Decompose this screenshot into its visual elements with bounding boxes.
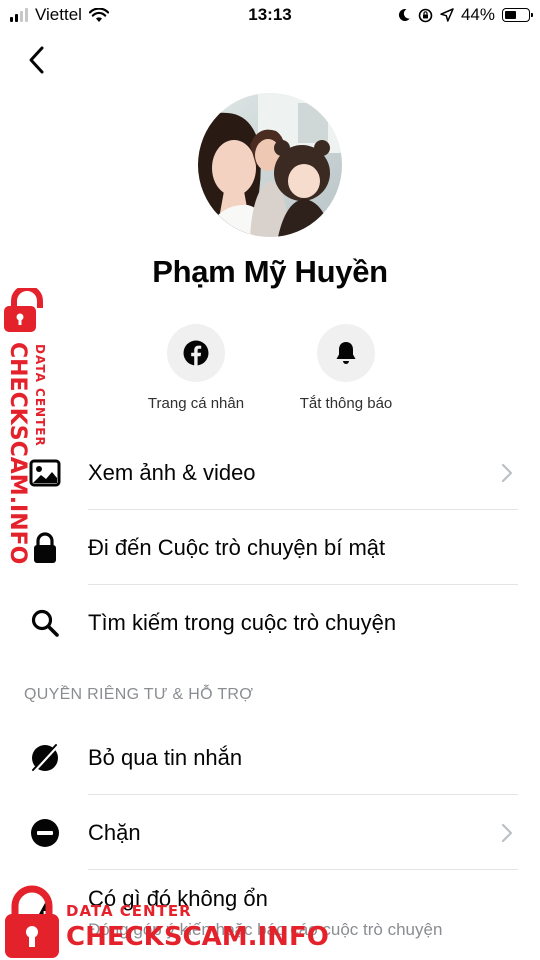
watermark-tagline: DATA CENTER [66, 902, 192, 920]
profile-page-button[interactable]: Trang cá nhân [126, 324, 266, 412]
divider [88, 584, 518, 585]
chevron-right-icon [501, 823, 513, 843]
menu-item-search-conversation[interactable]: Tìm kiếm trong cuộc trò chuyện [0, 586, 540, 660]
status-bar: Viettel 13:13 44% [0, 0, 540, 32]
ignore-icon [28, 741, 62, 775]
bell-icon [336, 342, 356, 364]
status-right: 44% [397, 5, 533, 25]
divider [88, 509, 518, 510]
menu-item-label: Xem ảnh & video [88, 460, 256, 485]
battery-percent: 44% [460, 5, 495, 24]
menu-item-ignore-messages[interactable]: Bỏ qua tin nhắn [0, 721, 540, 795]
chevron-left-icon [29, 46, 44, 74]
watermark-lock-icon [5, 885, 59, 958]
chevron-right-icon [501, 463, 513, 483]
facebook-icon [183, 340, 209, 366]
mute-notifications-circle[interactable] [317, 324, 375, 382]
watermark-tagline: DATA CENTER [33, 344, 47, 447]
menu-item-label: Đi đến Cuộc trò chuyện bí mật [88, 535, 386, 560]
orientation-lock-icon [418, 8, 433, 22]
menu-item-label: Bỏ qua tin nhắn [88, 745, 243, 770]
watermark-lock-icon [4, 288, 43, 332]
battery-icon [502, 8, 533, 22]
menu-item-media[interactable]: Xem ảnh & video [0, 436, 540, 510]
profile-name: Phạm Mỹ Huyền [152, 254, 388, 289]
menu-item-block[interactable]: Chặn [0, 796, 540, 870]
mute-notifications-button[interactable]: Tắt thông báo [276, 324, 416, 412]
menu-item-label: Tìm kiếm trong cuộc trò chuyện [88, 610, 397, 635]
profile-page-label: Trang cá nhân [147, 395, 245, 412]
menu-item-secret-conversation[interactable]: Đi đến Cuộc trò chuyện bí mật [0, 511, 540, 585]
avatar[interactable] [198, 93, 342, 237]
watermark-side: CHECKSCAM.INFO DATA CENTER [0, 288, 60, 564]
location-icon [440, 8, 454, 22]
block-icon [28, 816, 62, 850]
privacy-section-header: QUYỀN RIÊNG TƯ & HỖ TRỢ [24, 686, 254, 703]
search-icon [28, 606, 62, 640]
moon-icon [398, 8, 410, 21]
back-button[interactable] [18, 40, 54, 80]
menu-item-label: Chặn [88, 820, 141, 845]
mute-notifications-label: Tắt thông báo [299, 395, 393, 412]
watermark-brand: CHECKSCAM.INFO [5, 342, 30, 565]
profile-page-circle[interactable] [167, 324, 225, 382]
watermark-bottom: DATA CENTER CHECKSCAM.INFO [0, 884, 330, 960]
divider [88, 869, 518, 870]
divider [88, 794, 518, 795]
watermark-brand: CHECKSCAM.INFO [66, 922, 329, 952]
